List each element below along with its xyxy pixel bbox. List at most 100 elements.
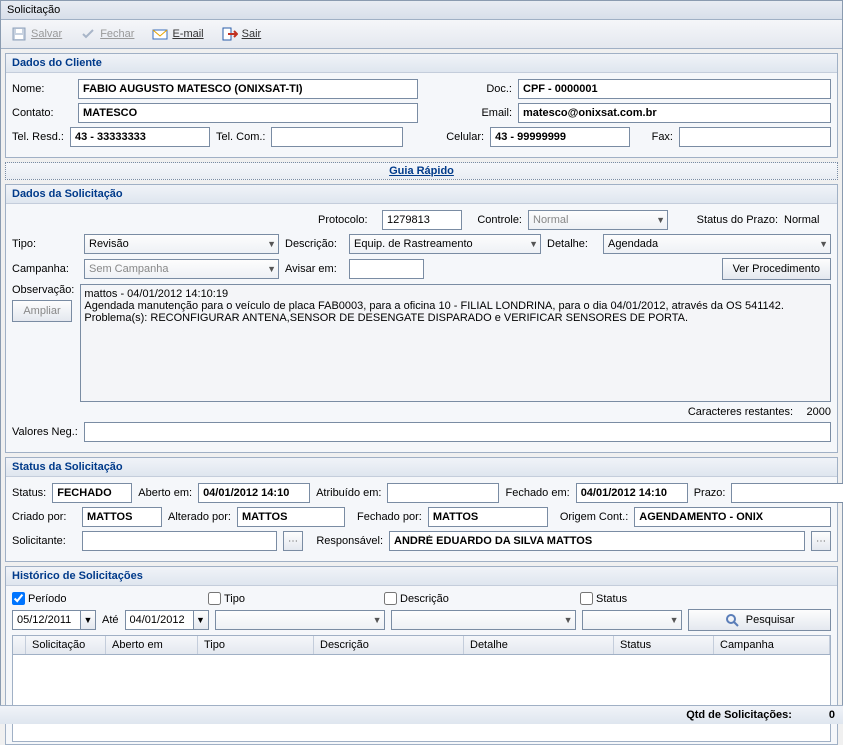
section-status: Status da Solicitação Status: Aberto em:… xyxy=(5,457,838,562)
obs-label: Observação: xyxy=(12,284,74,296)
fechado-em-field xyxy=(576,483,688,503)
atribuido-em-label: Atribuído em: xyxy=(316,487,381,499)
chevron-down-icon: ▼ xyxy=(267,264,276,274)
solicitante-field[interactable] xyxy=(82,531,277,551)
controle-combo[interactable]: Normal▼ xyxy=(528,210,668,230)
doc-field[interactable] xyxy=(518,79,831,99)
filter-tipo-combo[interactable]: ▼ xyxy=(215,610,385,630)
valores-neg-field xyxy=(84,422,831,442)
prazo-label: Prazo: xyxy=(694,487,726,499)
window-title: Solicitação xyxy=(1,1,842,20)
col-aberto[interactable]: Aberto em xyxy=(106,636,198,654)
alterado-por-label: Alterado por: xyxy=(168,511,231,523)
status-header: Status da Solicitação xyxy=(6,458,837,477)
controle-label: Controle: xyxy=(468,214,522,226)
chevron-down-icon: ▼ xyxy=(819,239,828,249)
status-prazo-value: Normal xyxy=(784,214,819,226)
status-bar: Qtd de Solicitações: 0 xyxy=(0,705,843,724)
celular-label: Celular: xyxy=(439,131,484,143)
chevron-down-icon[interactable]: ▼ xyxy=(193,610,209,630)
valores-neg-label: Valores Neg.: xyxy=(12,426,78,438)
toolbar: Salvar Fechar E-mail Sair xyxy=(1,20,842,49)
ver-procedimento-button[interactable]: Ver Procedimento xyxy=(722,258,831,280)
cliente-header: Dados do Cliente xyxy=(6,54,837,73)
detalhe-combo[interactable]: Agendada▼ xyxy=(603,234,831,254)
disk-icon xyxy=(11,26,27,42)
aberto-em-field xyxy=(198,483,310,503)
campanha-label: Campanha: xyxy=(12,263,78,275)
descricao-combo[interactable]: Equip. de Rastreamento▼ xyxy=(349,234,541,254)
celular-field[interactable] xyxy=(490,127,630,147)
tipo-label: Tipo: xyxy=(12,238,78,250)
nome-label: Nome: xyxy=(12,83,72,95)
solicitante-lookup-button[interactable]: ⋯ xyxy=(283,531,303,551)
fechado-por-field xyxy=(428,507,548,527)
col-detalhe[interactable]: Detalhe xyxy=(464,636,614,654)
close-button[interactable]: Fechar xyxy=(76,24,138,44)
responsavel-lookup-button[interactable]: ⋯ xyxy=(811,531,831,551)
save-button[interactable]: Salvar xyxy=(7,24,66,44)
check-icon xyxy=(80,26,96,42)
avisar-field[interactable] xyxy=(349,259,424,279)
hist-header: Histórico de Solicitações xyxy=(6,567,837,586)
email-field[interactable] xyxy=(518,103,831,123)
exit-button[interactable]: Sair xyxy=(218,24,266,44)
filter-status-combo[interactable]: ▼ xyxy=(582,610,682,630)
fax-field[interactable] xyxy=(679,127,831,147)
origem-field xyxy=(634,507,831,527)
email-icon xyxy=(152,26,168,42)
fax-label: Fax: xyxy=(636,131,673,143)
chevron-down-icon: ▼ xyxy=(529,239,538,249)
tipo-combo[interactable]: Revisão▼ xyxy=(84,234,279,254)
grid-body xyxy=(13,655,830,741)
obs-textarea[interactable]: mattos - 04/01/2012 14:10:19 Agendada ma… xyxy=(80,284,831,402)
email-button[interactable]: E-mail xyxy=(148,24,207,44)
periodo-ate-date[interactable]: ▼ xyxy=(125,610,209,630)
col-status[interactable]: Status xyxy=(614,636,714,654)
pesquisar-button[interactable]: Pesquisar xyxy=(688,609,831,631)
status-checkbox[interactable]: Status xyxy=(580,592,627,605)
col-campanha[interactable]: Campanha xyxy=(714,636,830,654)
responsavel-field[interactable] xyxy=(389,531,805,551)
fechado-em-label: Fechado em: xyxy=(505,487,569,499)
col-descricao[interactable]: Descrição xyxy=(314,636,464,654)
nome-field[interactable] xyxy=(78,79,418,99)
telcom-field[interactable] xyxy=(271,127,403,147)
guia-rapido-link[interactable]: Guia Rápido xyxy=(5,162,838,180)
telresd-label: Tel. Resd.: xyxy=(12,131,64,143)
ate-label: Até xyxy=(102,614,119,626)
origem-label: Origem Cont.: xyxy=(560,511,628,523)
exit-icon xyxy=(222,26,238,42)
grid-header-row: Solicitação Aberto em Tipo Descrição Det… xyxy=(13,636,830,655)
doc-label: Doc.: xyxy=(454,83,512,95)
campanha-combo[interactable]: Sem Campanha▼ xyxy=(84,259,279,279)
email-label: Email: xyxy=(454,107,512,119)
chevron-down-icon: ▼ xyxy=(670,615,679,625)
fechado-por-label: Fechado por: xyxy=(357,511,422,523)
contato-field[interactable] xyxy=(78,103,418,123)
chevron-down-icon[interactable]: ▼ xyxy=(80,610,96,630)
protocolo-label: Protocolo: xyxy=(318,214,376,226)
col-solicitacao[interactable]: Solicitação xyxy=(26,636,106,654)
hist-grid[interactable]: Solicitação Aberto em Tipo Descrição Det… xyxy=(12,635,831,742)
atribuido-em-field xyxy=(387,483,499,503)
section-cliente: Dados do Cliente Nome: Doc.: Contato: Em… xyxy=(5,53,838,158)
periodo-de-date[interactable]: ▼ xyxy=(12,610,96,630)
chevron-down-icon: ▼ xyxy=(373,615,382,625)
contato-label: Contato: xyxy=(12,107,72,119)
periodo-checkbox[interactable]: Período xyxy=(12,592,202,605)
criado-por-field xyxy=(82,507,162,527)
status-prazo-label: Status do Prazo: xyxy=(674,214,778,226)
descricao-checkbox[interactable]: Descrição xyxy=(384,592,574,605)
telcom-label: Tel. Com.: xyxy=(216,131,266,143)
telresd-field[interactable] xyxy=(70,127,210,147)
filter-descricao-combo[interactable]: ▼ xyxy=(391,610,576,630)
caracteres-label: Caracteres restantes: xyxy=(688,406,793,418)
chevron-down-icon: ▼ xyxy=(267,239,276,249)
detalhe-label: Detalhe: xyxy=(547,238,597,250)
tipo-checkbox[interactable]: Tipo xyxy=(208,592,378,605)
descricao-label: Descrição: xyxy=(285,238,343,250)
ampliar-button[interactable]: Ampliar xyxy=(12,300,72,322)
solic-header: Dados da Solicitação xyxy=(6,185,837,204)
col-tipo[interactable]: Tipo xyxy=(198,636,314,654)
